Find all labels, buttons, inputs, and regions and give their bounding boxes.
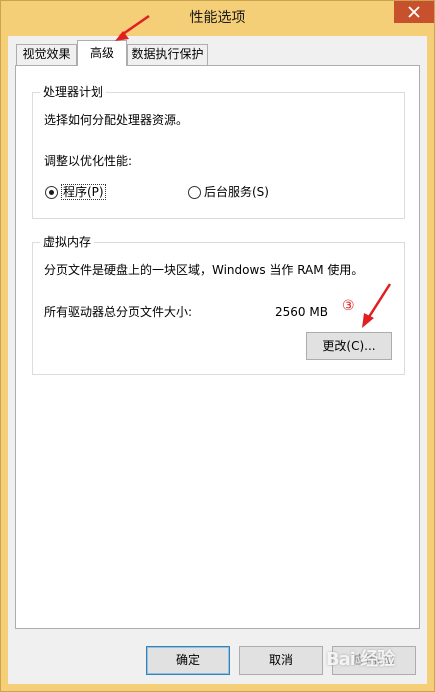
total-paging-size-label: 所有驱动器总分页文件大小:: [44, 305, 193, 319]
tab-data-execution-prevention[interactable]: 数据执行保护: [127, 44, 208, 65]
programs-label-text: 程序(P): [61, 184, 106, 200]
tab-visual-effects[interactable]: 视觉效果: [16, 44, 77, 65]
dialog-client-area: 视觉效果 高级 数据执行保护 处理器计划 选择如何分配处理器资源。 调整以优化性…: [8, 36, 427, 684]
close-button[interactable]: [394, 1, 434, 23]
programs-radio[interactable]: [45, 186, 58, 199]
tab-dep-label: 数据执行保护: [131, 47, 204, 61]
background-services-radio[interactable]: [188, 186, 201, 199]
performance-options-window: 性能选项 视觉效果 高级 数据执行保护 处理器计划 选择如何分配处理器资源。 调…: [0, 0, 435, 692]
tab-visual-effects-label: 视觉效果: [22, 47, 71, 61]
advanced-tab-panel: 处理器计划 选择如何分配处理器资源。 调整以优化性能: 程序(P) 后台服务(S…: [15, 65, 420, 629]
processor-scheduling-title: 处理器计划: [40, 84, 107, 100]
processor-scheduling-group: 处理器计划 选择如何分配处理器资源。 调整以优化性能: 程序(P) 后台服务(S…: [32, 84, 405, 219]
tab-strip: 视觉效果 高级 数据执行保护: [8, 36, 427, 66]
virtual-memory-title: 虚拟内存: [40, 234, 95, 250]
close-icon: [408, 6, 420, 18]
step-three-marker: ③: [342, 298, 355, 314]
paging-file-description: 分页文件是硬盘上的一块区域，Windows 当作 RAM 使用。: [44, 263, 364, 277]
total-paging-size-value: 2560 MB: [275, 305, 328, 319]
ok-button[interactable]: 确定: [146, 646, 230, 675]
optimize-performance-label: 调整以优化性能:: [44, 154, 133, 168]
change-virtual-memory-button[interactable]: 更改(C)...: [306, 332, 392, 360]
tab-advanced-label: 高级: [89, 46, 114, 60]
programs-radio-label[interactable]: 程序(P): [61, 184, 106, 200]
background-services-label[interactable]: 后台服务(S): [204, 184, 269, 200]
tab-pointer-arrow: [115, 14, 150, 41]
window-title: 性能选项: [189, 10, 246, 26]
title-bar[interactable]: 性能选项: [1, 1, 434, 37]
watermark-logo: Bai 经验: [325, 649, 395, 670]
radio-selected-dot: [49, 190, 54, 195]
change-button-pointer-arrow: [362, 283, 392, 328]
processor-description: 选择如何分配处理器资源。: [44, 113, 189, 127]
